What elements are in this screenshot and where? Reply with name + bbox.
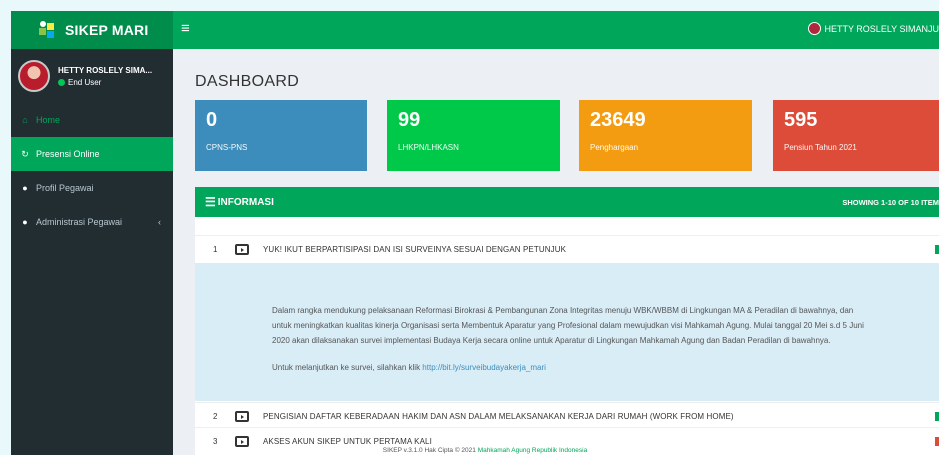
detail-paragraph: Dalam rangka mendukung pelaksanaan Refor… <box>272 306 864 345</box>
row-title: PENGISIAN DAFTAR KEBERADAAN HAKIM DAN AS… <box>263 412 734 421</box>
attachment-icon[interactable] <box>935 437 939 446</box>
survey-link[interactable]: http://bit.ly/surveibudayakerja_mari <box>422 363 546 372</box>
row-title: AKSES AKUN SIKEP UNTUK PERTAMA KALI <box>263 437 432 446</box>
info-panel: ☰ INFORMASI SHOWING 1-10 OF 10 ITEM 1 YU… <box>195 187 939 455</box>
sidebar-item-label: Administrasi Pegawai <box>36 217 123 227</box>
attachment-icon[interactable] <box>935 245 939 254</box>
app-window: SIKEP MARI ≡ HETTY ROSLELY SIMANJU HETTY… <box>11 11 939 455</box>
row-number: 3 <box>213 437 218 446</box>
detail-link-prefix: Untuk melanjutkan ke survei, silahkan kl… <box>272 363 423 372</box>
sidebar-item-label: Home <box>36 115 61 125</box>
table-row[interactable]: 2 PENGISIAN DAFTAR KEBERADAAN HAKIM DAN … <box>195 402 939 430</box>
stat-label: Pensiun Tahun 2021 <box>784 143 857 152</box>
main-content: DASHBOARD 0 CPNS-PNS 99 LHKPN/LHKASN 236… <box>173 49 939 455</box>
sidebar: HETTY ROSLELY SIMA... End User ⌂ Home ↻ … <box>11 49 173 455</box>
sidebar-user-name: HETTY ROSLELY SIMA... <box>58 65 153 75</box>
stat-value: 23649 <box>590 109 646 131</box>
stat-value: 595 <box>784 109 818 131</box>
sidebar-user-panel: HETTY ROSLELY SIMA... End User <box>11 49 173 103</box>
user-menu[interactable]: HETTY ROSLELY SIMANJU <box>808 22 939 35</box>
sidebar-user-status: End User <box>58 78 152 87</box>
sidebar-item-administrasi-pegawai[interactable]: ● Administrasi Pegawai ‹ <box>11 205 173 239</box>
sidebar-item-label: Profil Pegawai <box>36 183 94 193</box>
users-icon: ● <box>22 217 28 227</box>
attachment-icon[interactable] <box>935 412 939 421</box>
user-icon: ● <box>22 183 28 193</box>
hamburger-icon[interactable]: ≡ <box>181 21 190 37</box>
expand-toggle-icon[interactable] <box>235 244 249 255</box>
sidebar-item-presensi-online[interactable]: ↻ Presensi Online <box>11 137 173 171</box>
online-status-icon <box>58 78 65 86</box>
row-number: 1 <box>213 245 218 254</box>
sidebar-user-role: End User <box>68 77 102 87</box>
footer-link[interactable]: Mahkamah Agung Republik Indonesia <box>478 447 588 454</box>
avatar <box>18 60 50 92</box>
chevron-left-icon: ‹ <box>158 217 161 227</box>
stat-box-cpns-pns[interactable]: 0 CPNS-PNS <box>195 100 367 171</box>
user-avatar-icon <box>808 22 822 35</box>
row-detail-expanded: Dalam rangka mendukung pelaksanaan Refor… <box>195 263 939 401</box>
pagination-summary: SHOWING 1-10 OF 10 ITEM <box>842 197 939 207</box>
user-menu-name: HETTY ROSLELY SIMANJU <box>824 23 939 34</box>
detail-link-line: Untuk melanjutkan ke survei, silahkan kl… <box>272 360 869 375</box>
sidebar-item-profil-pegawai[interactable]: ● Profil Pegawai <box>11 171 173 205</box>
table-row[interactable]: 1 YUK! IKUT BERPARTISIPASI DAN ISI SURVE… <box>195 235 939 263</box>
info-panel-header: ☰ INFORMASI SHOWING 1-10 OF 10 ITEM <box>195 187 939 217</box>
stat-box-pensiun[interactable]: 595 Pensiun Tahun 2021 <box>773 100 939 171</box>
expand-toggle-icon[interactable] <box>235 411 249 422</box>
sidebar-item-label: Presensi Online <box>36 149 100 159</box>
expand-toggle-icon[interactable] <box>235 436 249 447</box>
footer: SIKEP v.3.1.0 Hak Cipta © 2021 Mahkamah … <box>11 447 939 454</box>
footer-text: SIKEP v.3.1.0 Hak Cipta © 2021 <box>382 447 478 454</box>
brand-name: SIKEP MARI <box>65 22 149 38</box>
stat-box-lhkpn[interactable]: 99 LHKPN/LHKASN <box>387 100 560 171</box>
refresh-icon: ↻ <box>21 148 29 159</box>
stat-value: 99 <box>398 109 421 131</box>
sidebar-item-home[interactable]: ⌂ Home <box>11 103 173 137</box>
stat-label: LHKPN/LHKASN <box>398 143 459 152</box>
top-navbar: SIKEP MARI ≡ HETTY ROSLELY SIMANJU <box>11 11 939 49</box>
info-panel-title: INFORMASI <box>217 196 274 208</box>
stat-label: Penghargaan <box>590 143 639 152</box>
list-icon: ☰ <box>205 195 216 209</box>
home-icon: ⌂ <box>22 115 28 125</box>
stat-value: 0 <box>206 109 218 131</box>
page-title: DASHBOARD <box>195 73 300 90</box>
brand-logo-area[interactable]: SIKEP MARI <box>11 11 173 49</box>
stat-label: CPNS-PNS <box>206 143 248 152</box>
sikep-logo-icon <box>39 21 54 38</box>
row-number: 2 <box>213 412 218 421</box>
stat-box-penghargaan[interactable]: 23649 Penghargaan <box>579 100 752 171</box>
row-title: YUK! IKUT BERPARTISIPASI DAN ISI SURVEIN… <box>263 245 567 254</box>
